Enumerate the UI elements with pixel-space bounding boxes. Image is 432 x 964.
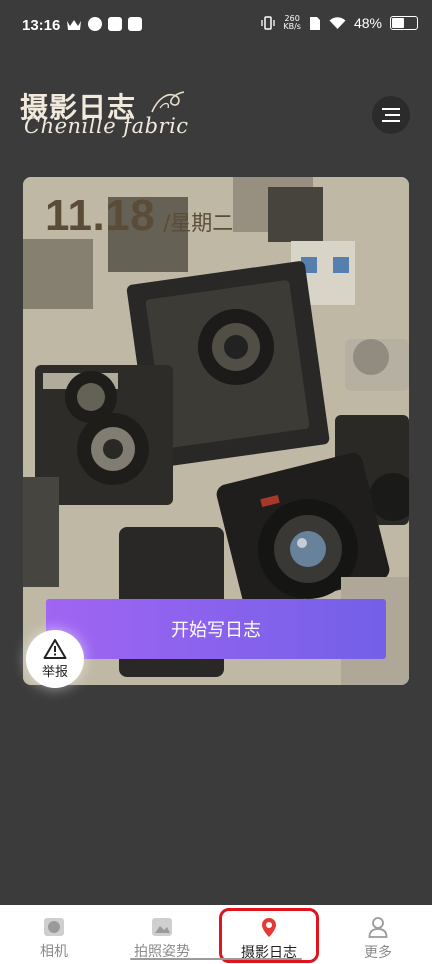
wifi-icon (329, 16, 346, 29)
tab-poses[interactable]: 拍照姿势 (121, 905, 203, 964)
sim-icon (309, 16, 320, 30)
tab-camera[interactable]: 相机 (14, 905, 94, 964)
report-button[interactable]: 举报 (26, 630, 84, 688)
battery-percent: 48% (353, 15, 382, 31)
camera-icon (44, 918, 64, 936)
logo-subtitle: Chenille fabric (24, 114, 189, 138)
app-icon (128, 17, 142, 31)
date-number: 11.18 (45, 191, 156, 240)
menu-button[interactable] (372, 96, 410, 134)
menu-icon (382, 108, 400, 122)
vibrate-icon (261, 16, 276, 30)
flourish-icon (151, 91, 185, 113)
battery-fill (392, 18, 405, 28)
tab-camera-label: 相机 (40, 944, 68, 960)
home-indicator (130, 958, 302, 960)
net-speed: 260 KB/s (283, 15, 301, 31)
battery-icon (390, 16, 418, 30)
image-icon (152, 918, 172, 936)
net-speed-unit: KB/s (283, 22, 301, 31)
active-tab-highlight (219, 908, 319, 963)
status-right: 260 KB/s 48% (261, 15, 418, 31)
weekday-label: /星期二 (163, 211, 234, 235)
date-display: 11.18 /星期二 (45, 191, 233, 241)
app-logo: 摄影日志 Chenille fabric (20, 86, 200, 140)
play-icon (108, 17, 122, 31)
start-journal-button[interactable]: 开始写日志 (46, 599, 386, 659)
person-icon (368, 917, 388, 938)
warning-icon (43, 639, 67, 659)
report-label: 举报 (41, 665, 68, 680)
check-circle-icon (88, 17, 102, 31)
crown-icon (67, 19, 81, 30)
status-bar: 13:16 260 KB/s 48% (0, 0, 432, 50)
tab-more-label: 更多 (364, 945, 392, 961)
status-time: 13:16 (22, 17, 61, 34)
notification-icons (66, 17, 142, 31)
tab-more[interactable]: 更多 (338, 905, 418, 964)
bottom-tab-bar: 相机 拍照姿势 摄影日志 更多 (0, 905, 432, 964)
